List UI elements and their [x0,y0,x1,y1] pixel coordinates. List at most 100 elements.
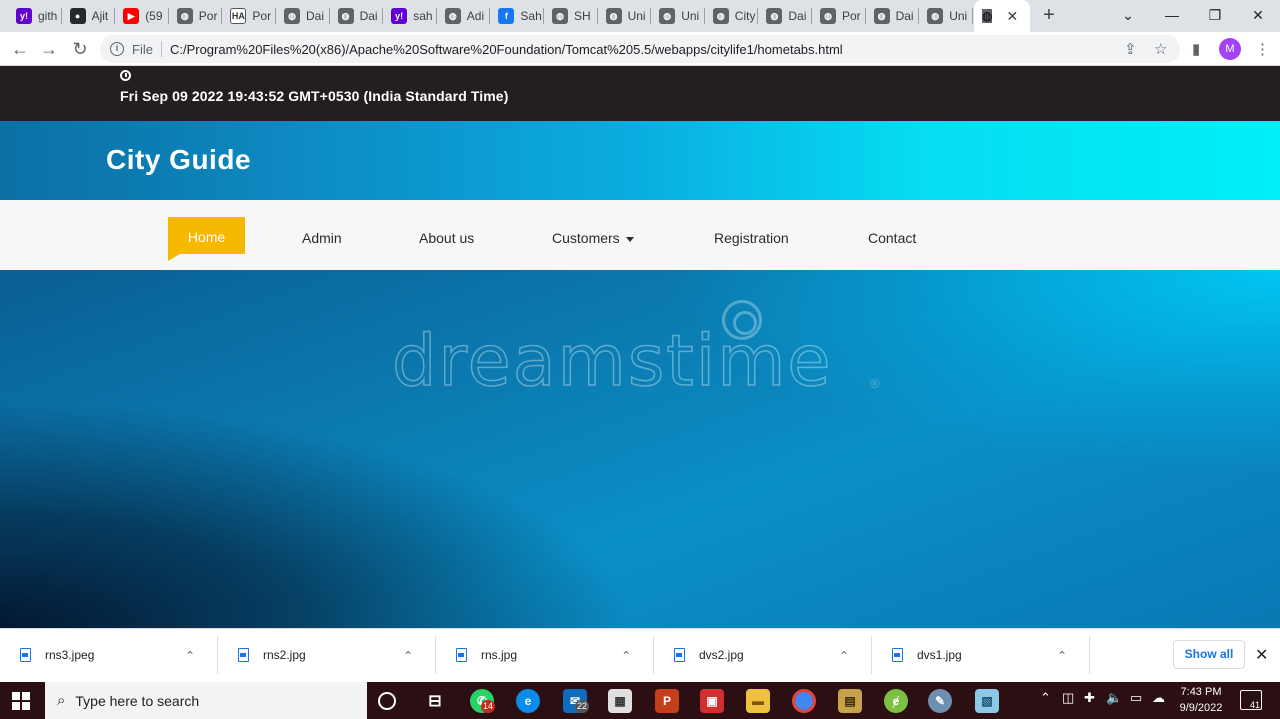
cortana-icon[interactable] [378,692,396,710]
browser-tab[interactable]: ▶ (59 [115,4,169,28]
notification-center-icon[interactable]: 41 [1240,690,1262,710]
store-icon[interactable]: ▦ [608,689,632,713]
nav-customers[interactable]: Customers [552,230,634,246]
nav-registration[interactable]: Registration [714,230,789,246]
chevron-up-icon[interactable]: ⌄ [839,648,849,662]
tray-chevron-icon[interactable]: ⌃ [1040,690,1051,706]
site-brand[interactable]: City Guide [106,144,251,176]
edge-icon[interactable]: e [516,689,540,713]
forward-arrow-icon[interactable]: → [38,38,60,60]
browser-tab-label: Sah [520,9,542,23]
shield-icon[interactable]: ✚ [1084,690,1095,706]
address-bar[interactable]: i File C:/Program%20Files%20(x86)/Apache… [100,35,1180,63]
browser-tab-label: gith [38,9,58,23]
chevron-up-icon[interactable]: ⌄ [403,648,413,662]
globe-icon: ◍ [712,8,729,24]
nav-contact[interactable]: Contact [868,230,916,246]
browser-tab-label: sah [413,9,433,23]
download-item[interactable]: rns.jpg ⌄ [436,628,654,682]
back-arrow-icon[interactable]: ← [9,38,31,60]
battery-icon[interactable]: ▭ [1130,690,1142,706]
watermark-registered-mark: ® [870,376,880,391]
side-panel-icon[interactable]: ▮ [1192,40,1200,58]
download-filename: rns3.jpeg [45,648,95,662]
nav-home[interactable]: Home [168,217,245,261]
browser-tab[interactable]: ◍ Dai [330,4,384,28]
yahoo-icon: y! [391,8,408,24]
onedrive-cloud-icon[interactable]: ☁ [1152,690,1165,706]
reader-icon[interactable]: ▣ [700,689,724,713]
notes-app-icon[interactable]: ▤ [838,689,862,713]
url-text[interactable]: C:/Program%20Files%20(x86)/Apache%20Soft… [170,42,843,57]
meet-now-icon[interactable]: ◫ [1062,690,1074,706]
browser-tab[interactable]: ◍ Dai [276,4,330,28]
paint-app-icon[interactable]: ✎ [928,689,952,713]
nav-about[interactable]: About us [419,230,474,246]
browser-tab-strip: y! gith ● Ajit ▶ (59 ◍ Por HA Por ◍ Dai ◍ Dai y! sah ◍ Ad… [0,0,1280,32]
browser-tab[interactable]: ◍ Uni [651,4,705,28]
volume-icon[interactable]: 🔈 [1106,690,1122,706]
menu-dots-icon[interactable]: ⋮ [1255,40,1270,58]
browser-tab[interactable]: ◍ Dai [866,4,920,28]
browser-tab[interactable]: y! gith [8,4,62,28]
globe-icon: ◍ [337,8,354,24]
browser-tab[interactable]: ● Ajit [62,4,116,28]
browser-tab[interactable]: ◍ Por [812,4,866,28]
current-datetime: Fri Sep 09 2022 19:43:52 GMT+0530 (India… [120,88,509,104]
restore-button[interactable]: ❐ [1193,0,1237,32]
browser-tab[interactable]: ◍ Uni [598,4,652,28]
browser-tab[interactable]: ◍ Dai [758,4,812,28]
image-file-icon [456,648,467,662]
chevron-up-icon[interactable]: ⌄ [621,648,631,662]
taskbar-date: 9/9/2022 [1179,702,1223,714]
show-all-downloads-button[interactable]: Show all [1173,640,1245,669]
browser-tab[interactable]: f Sah [490,4,544,28]
close-tab-icon[interactable]: ✕ [1006,8,1018,25]
browser-tab[interactable]: ◍ City [705,4,759,28]
browser-tab[interactable]: y! sah [383,4,437,28]
notepad-app-icon[interactable]: ▧ [975,689,999,713]
minimize-button[interactable]: — [1150,0,1194,32]
globe-icon: ◍ [982,9,993,23]
download-item[interactable]: dvs1.jpg ⌄ [872,628,1090,682]
browser-tab[interactable]: ◍ Uni [919,4,973,28]
close-window-button[interactable]: ✕ [1236,0,1280,32]
chrome-icon[interactable] [792,689,816,713]
info-icon[interactable]: i [110,42,124,56]
file-explorer-icon[interactable]: ▬ [746,689,770,713]
profile-avatar[interactable]: M [1219,38,1241,60]
browser-tab[interactable]: ◍ Por [169,4,223,28]
globe-icon: ◍ [605,8,622,24]
download-item[interactable]: dvs2.jpg ⌄ [654,628,872,682]
globe-icon: ◍ [927,8,944,24]
tab-search-icon[interactable]: ⌄ [1106,0,1150,32]
search-icon: ⌕ [57,692,66,709]
browser-tab-label: SH [574,9,591,23]
browser-tab-label: (59 [145,9,163,23]
task-view-icon[interactable]: ⊟ [423,689,447,713]
taskbar-search-box[interactable]: ⌕ Type here to search [45,682,367,719]
browser-tab-label: Por [842,9,861,23]
download-item[interactable]: rns3.jpeg ⌄ [0,628,218,682]
green-app-icon[interactable]: ɇ [884,689,908,713]
download-item[interactable]: rns2.jpg ⌄ [218,628,436,682]
youtube-icon: ▶ [123,8,140,24]
browser-tab[interactable]: ◍ SH [544,4,598,28]
browser-tab[interactable]: HA Por [222,4,276,28]
new-tab-button[interactable]: + [1038,4,1060,26]
reload-icon[interactable]: ↻ [69,38,91,60]
taskbar-clock[interactable]: 7:43 PM 9/9/2022 [1176,684,1226,716]
nav-admin[interactable]: Admin [302,230,342,246]
yahoo-icon: y! [16,8,32,24]
browser-tab-label: Por [198,9,218,23]
powerpoint-icon[interactable]: P [655,689,679,713]
bookmark-star-icon[interactable]: ☆ [1154,40,1167,58]
windows-start-icon[interactable] [12,692,30,710]
chevron-up-icon[interactable]: ⌄ [185,648,195,662]
tab-separator [971,8,973,24]
tab-active-hometabs[interactable]: ◍ ✕ [974,0,1030,32]
browser-tab[interactable]: ◍ Adi [437,4,491,28]
share-icon[interactable]: ⇪ [1124,40,1137,58]
close-shelf-icon[interactable]: ✕ [1255,645,1268,665]
chevron-up-icon[interactable]: ⌄ [1057,648,1067,662]
